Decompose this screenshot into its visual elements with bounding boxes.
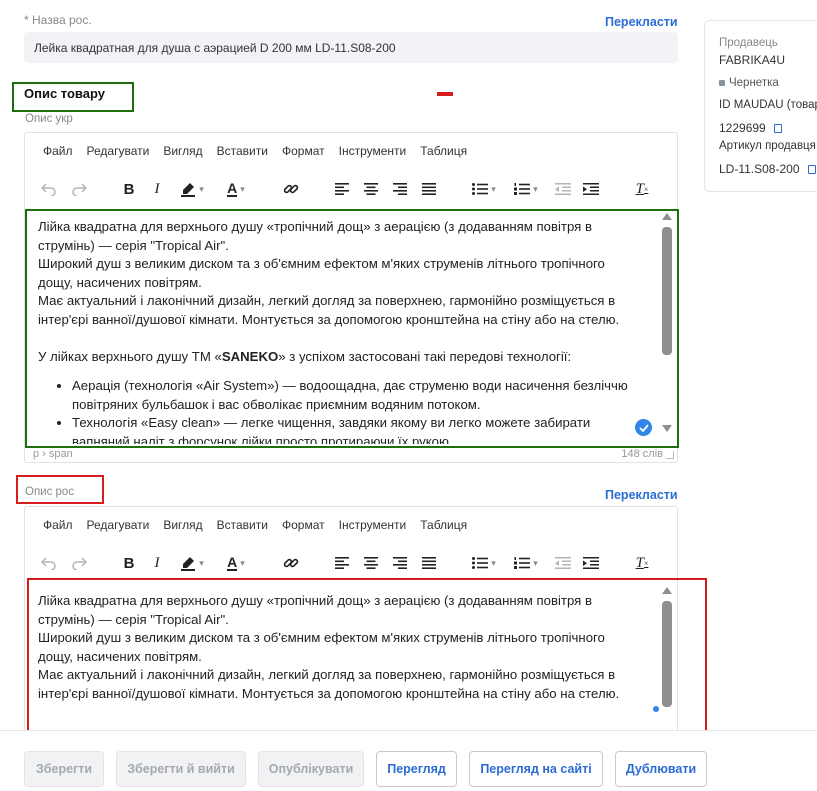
copy-icon[interactable] xyxy=(774,124,783,134)
clear-format-icon[interactable]: T × xyxy=(632,551,652,575)
redo-icon[interactable] xyxy=(69,177,89,201)
outdent-icon[interactable] xyxy=(553,177,573,201)
copy-icon[interactable] xyxy=(807,165,816,175)
editor-uk-menubar: Файл Редагувати Вигляд Вставити Формат І… xyxy=(25,133,677,169)
menu-tools[interactable]: Інструменти xyxy=(339,144,407,158)
status-text: Чернетка xyxy=(729,77,779,89)
text-color-icon[interactable]: A ▾ xyxy=(219,177,253,201)
text-color-icon[interactable]: A ▾ xyxy=(219,551,253,575)
menu-edit[interactable]: Редагувати xyxy=(87,518,150,532)
menu-tools[interactable]: Інструменти xyxy=(339,518,407,532)
numbered-list-icon[interactable]: ▾ xyxy=(511,551,541,575)
save-button[interactable]: Зберегти xyxy=(24,751,104,787)
italic-icon[interactable]: I xyxy=(149,551,165,575)
save-and-exit-button[interactable]: Зберегти й вийти xyxy=(116,751,246,787)
indent-icon[interactable] xyxy=(581,177,601,201)
title-highlight-box xyxy=(12,82,134,112)
translate-description-link[interactable]: Перекласти xyxy=(605,488,678,502)
menu-view[interactable]: Вигляд xyxy=(163,518,202,532)
numbered-list-icon[interactable]: ▾ xyxy=(511,177,541,201)
element-path: p › span xyxy=(33,448,73,460)
resize-handle-icon[interactable] xyxy=(666,451,674,459)
bold-icon[interactable]: B xyxy=(121,551,137,575)
italic-icon[interactable]: I xyxy=(149,177,165,201)
align-justify-icon[interactable] xyxy=(420,177,438,201)
preview-button[interactable]: Перегляд xyxy=(376,751,457,787)
menu-view[interactable]: Вигляд xyxy=(163,144,202,158)
duplicate-button[interactable]: Дублювати xyxy=(615,751,707,787)
menu-file[interactable]: Файл xyxy=(43,518,73,532)
menu-table[interactable]: Таблиця xyxy=(420,518,467,532)
align-left-icon[interactable] xyxy=(333,551,351,575)
text-highlight-icon[interactable]: ▾ xyxy=(175,177,209,201)
editor-uk-toolbar: B I ▾ A ▾ ▾ ▾ T × xyxy=(25,171,677,207)
menu-table[interactable]: Таблиця xyxy=(420,144,467,158)
preview-on-site-button[interactable]: Перегляд на сайті xyxy=(469,751,603,787)
align-justify-icon[interactable] xyxy=(420,551,438,575)
word-count: 148 слів xyxy=(621,448,663,460)
menu-edit[interactable]: Редагувати xyxy=(87,144,150,158)
name-ru-label-text: Назва рос. xyxy=(32,13,92,27)
link-icon[interactable] xyxy=(281,177,301,201)
align-left-icon[interactable] xyxy=(333,177,351,201)
text-highlight-icon[interactable]: ▾ xyxy=(175,551,209,575)
menu-format[interactable]: Формат xyxy=(282,518,325,532)
editor-ru-menubar: Файл Редагувати Вигляд Вставити Формат І… xyxy=(25,507,677,543)
bullet-list-icon[interactable]: ▾ xyxy=(469,551,499,575)
article-value: LD-11.S08-200 xyxy=(719,162,800,176)
required-mark: * xyxy=(24,13,29,27)
id-value: 1229699 xyxy=(719,121,766,135)
editor-uk-statusbar: p › span 148 слів xyxy=(25,446,677,462)
seller-info-card: Продавець FABRIKA4U Чернетка ID MAUDAU (… xyxy=(704,20,817,192)
id-label: ID MAUDAU (товар) xyxy=(719,99,817,111)
menu-insert[interactable]: Вставити xyxy=(217,144,268,158)
article-row: LD-11.S08-200 xyxy=(719,162,816,176)
outdent-icon[interactable] xyxy=(553,551,573,575)
undo-icon[interactable] xyxy=(39,551,59,575)
align-center-icon[interactable] xyxy=(362,551,380,575)
seller-label: Продавець xyxy=(719,37,778,49)
menu-insert[interactable]: Вставити xyxy=(217,518,268,532)
clear-format-icon[interactable]: T × xyxy=(632,177,652,201)
menu-file[interactable]: Файл xyxy=(43,144,73,158)
undo-icon[interactable] xyxy=(39,177,59,201)
seller-value: FABRIKA4U xyxy=(719,53,786,67)
bullet-list-icon[interactable]: ▾ xyxy=(469,177,499,201)
link-icon[interactable] xyxy=(281,551,301,575)
align-right-icon[interactable] xyxy=(391,177,409,201)
product-edit-page: * Назва рос. Перекласти Лейка квадратная… xyxy=(0,0,817,791)
description-uk-label: Опис укр xyxy=(25,113,73,125)
align-center-icon[interactable] xyxy=(362,177,380,201)
align-right-icon[interactable] xyxy=(391,551,409,575)
red-dash-marker xyxy=(437,92,453,96)
translate-name-link[interactable]: Перекласти xyxy=(605,15,678,29)
redo-icon[interactable] xyxy=(69,551,89,575)
name-ru-input[interactable]: Лейка квадратная для душа с аэрацией D 2… xyxy=(24,32,678,63)
article-label: Артикул продавця xyxy=(719,140,816,152)
status-dot-icon xyxy=(719,79,725,86)
menu-format[interactable]: Формат xyxy=(282,144,325,158)
editor-ru-toolbar: B I ▾ A ▾ ▾ ▾ T × xyxy=(25,545,677,581)
name-ru-label: * Назва рос. xyxy=(24,13,92,27)
label-ru-highlight-box xyxy=(16,475,104,504)
indent-icon[interactable] xyxy=(581,551,601,575)
id-row: 1229699 xyxy=(719,121,783,135)
editor-uk-highlight-box xyxy=(25,209,679,448)
status-badge: Чернетка xyxy=(719,77,779,89)
bold-icon[interactable]: B xyxy=(121,177,137,201)
publish-button[interactable]: Опублікувати xyxy=(258,751,364,787)
